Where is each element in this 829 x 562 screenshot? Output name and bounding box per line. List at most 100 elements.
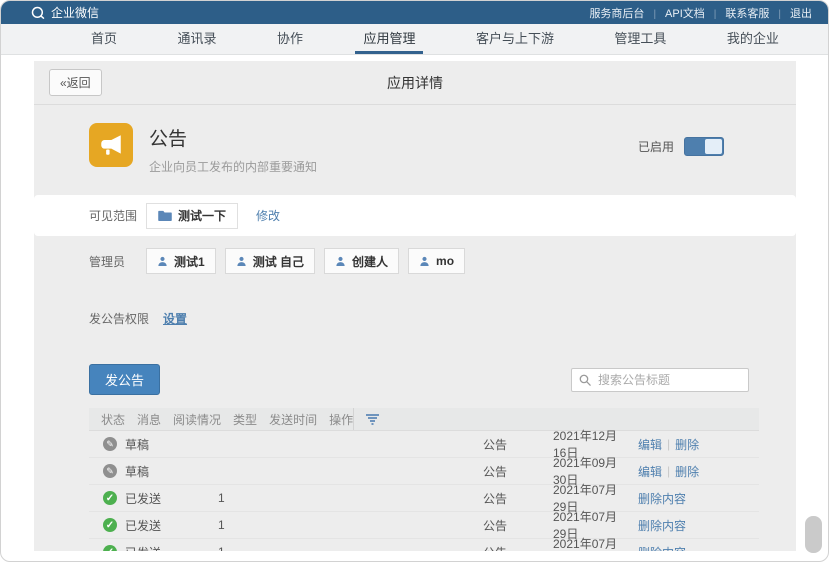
column-header: 发送时间: [257, 408, 317, 430]
message-cell: [206, 431, 366, 457]
app-description: 企业向员工发布的内部重要通知: [149, 158, 317, 175]
table-row: 草稿 公告 2021年12月16日 编辑 | 删除: [89, 431, 759, 458]
column-header: 操作: [317, 408, 353, 430]
nav-tab[interactable]: 客户与上下游: [468, 24, 562, 54]
person-icon: [419, 256, 430, 267]
type-cell: 公告: [471, 458, 541, 484]
app-header: 公告 企业向员工发布的内部重要通知 已启用: [34, 105, 796, 175]
admin-chip: 创建人: [324, 248, 399, 274]
app-info: 公告 企业向员工发布的内部重要通知: [149, 123, 317, 175]
permission-settings-link[interactable]: 设置: [163, 310, 187, 327]
visible-range-label: 可见范围: [89, 207, 146, 224]
post-announcement-button[interactable]: 发公告: [89, 364, 160, 395]
table-row: 已发送 1 公告 2021年07月29日 删除内容: [89, 485, 759, 512]
type-cell: 公告: [471, 539, 541, 551]
status-label: 草稿: [125, 436, 149, 453]
nav-tab[interactable]: 通讯录: [169, 24, 224, 54]
nav-tab[interactable]: 应用管理: [355, 24, 423, 54]
admins-row: 管理员 测试1: [34, 248, 796, 274]
read-status-cell: [366, 458, 471, 484]
row-action-link[interactable]: 删除内容: [638, 544, 686, 552]
date-cell: 2021年07月20日: [541, 539, 626, 551]
toggle-knob: [705, 139, 722, 154]
enabled-label: 已启用: [638, 138, 674, 155]
status-cell: 草稿: [89, 458, 206, 484]
actions-cell: 删除内容: [626, 539, 746, 551]
megaphone-icon: [98, 132, 124, 158]
enabled-toggle[interactable]: [684, 137, 724, 156]
row-action-link-2[interactable]: 删除: [675, 463, 699, 480]
table-row: 已发送 1 公告 2021年07月29日 删除内容: [89, 512, 759, 539]
read-status-cell: [366, 512, 471, 538]
vertical-scrollbar-thumb[interactable]: [805, 516, 822, 553]
status-cell: 草稿: [89, 431, 206, 457]
main-nav: 首页 通讯录 协作 应用管理 客户与上下游 管理工具 我的企业: [1, 24, 828, 55]
top-bar: 企业微信 服务商后台API文档联系客服退出: [1, 1, 828, 24]
message-cell: 1: [206, 485, 366, 511]
status-cell: 已发送: [89, 512, 206, 538]
brand-name: 企业微信: [51, 4, 99, 21]
action-separator: |: [667, 437, 670, 451]
nav-tab[interactable]: 管理工具: [606, 24, 674, 54]
actions-cell: 删除内容: [626, 485, 746, 511]
nav-tab[interactable]: 我的企业: [719, 24, 787, 54]
filter-icon: [366, 414, 379, 425]
type-cell: 公告: [471, 485, 541, 511]
announcement-app-icon: [89, 123, 133, 167]
actions-cell: 删除内容: [626, 512, 746, 538]
table-row: 草稿 公告 2021年09月30日 编辑 | 删除: [89, 458, 759, 485]
person-icon: [236, 256, 247, 267]
permission-label: 发公告权限: [89, 310, 149, 327]
status-icon: [103, 491, 117, 505]
status-icon: [103, 518, 117, 532]
admin-name: 测试1: [174, 253, 205, 270]
row-action-link[interactable]: 编辑: [638, 436, 662, 453]
message-cell: 1: [206, 539, 366, 551]
row-action-link[interactable]: 编辑: [638, 463, 662, 480]
read-status-cell: [366, 539, 471, 551]
back-button[interactable]: «返回: [49, 69, 102, 96]
status-cell: 已发送: [89, 485, 206, 511]
folder-icon: [158, 210, 172, 221]
admin-chip: 测试 自己: [225, 248, 315, 274]
admin-chips: 测试1 测试 自己: [146, 248, 465, 274]
status-label: 已发送: [125, 544, 161, 552]
table-header: 状态消息阅读情况类型发送时间操作: [89, 408, 759, 431]
topbar-link[interactable]: 退出: [769, 5, 812, 21]
detail-header-bar: 应用详情 «返回: [34, 61, 796, 105]
page-title: 应用详情: [34, 73, 796, 93]
scope-name: 测试一下: [178, 207, 226, 224]
topbar-link[interactable]: 联系客服: [705, 5, 770, 21]
search-box: [571, 368, 749, 392]
column-header: 消息: [125, 408, 161, 430]
topbar-link[interactable]: 服务商后台: [589, 5, 644, 21]
actions-cell: 编辑 | 删除: [626, 431, 746, 457]
app-name: 公告: [149, 124, 317, 151]
person-icon: [157, 256, 168, 267]
nav-tab[interactable]: 协作: [269, 24, 311, 54]
table-body: 草稿 公告 2021年12月16日 编辑 | 删除 草稿: [89, 431, 759, 551]
topbar-links: 服务商后台API文档联系客服退出: [589, 5, 812, 21]
status-icon: [103, 545, 117, 551]
row-action-link-2[interactable]: 删除: [675, 436, 699, 453]
visible-range-row: 可见范围 测试一下 修改: [34, 195, 796, 236]
wecom-logo-icon: [31, 6, 45, 20]
announcement-table: 状态消息阅读情况类型发送时间操作: [89, 408, 759, 551]
topbar-link[interactable]: API文档: [644, 5, 704, 21]
modify-link[interactable]: 修改: [256, 207, 280, 224]
message-cell: [206, 458, 366, 484]
type-cell: 公告: [471, 431, 541, 457]
message-cell: 1: [206, 512, 366, 538]
action-separator: |: [667, 464, 670, 478]
person-icon: [335, 256, 346, 267]
admins-label: 管理员: [89, 253, 146, 270]
row-action-link[interactable]: 删除内容: [638, 490, 686, 507]
admin-chip: mo: [408, 248, 465, 274]
search-input[interactable]: [571, 368, 749, 392]
scope-chip: 测试一下: [146, 203, 238, 229]
row-action-link[interactable]: 删除内容: [638, 517, 686, 534]
nav-tab[interactable]: 首页: [83, 24, 125, 54]
column-header: 状态: [89, 408, 125, 430]
read-status-cell: [366, 485, 471, 511]
search-icon: [579, 374, 591, 386]
